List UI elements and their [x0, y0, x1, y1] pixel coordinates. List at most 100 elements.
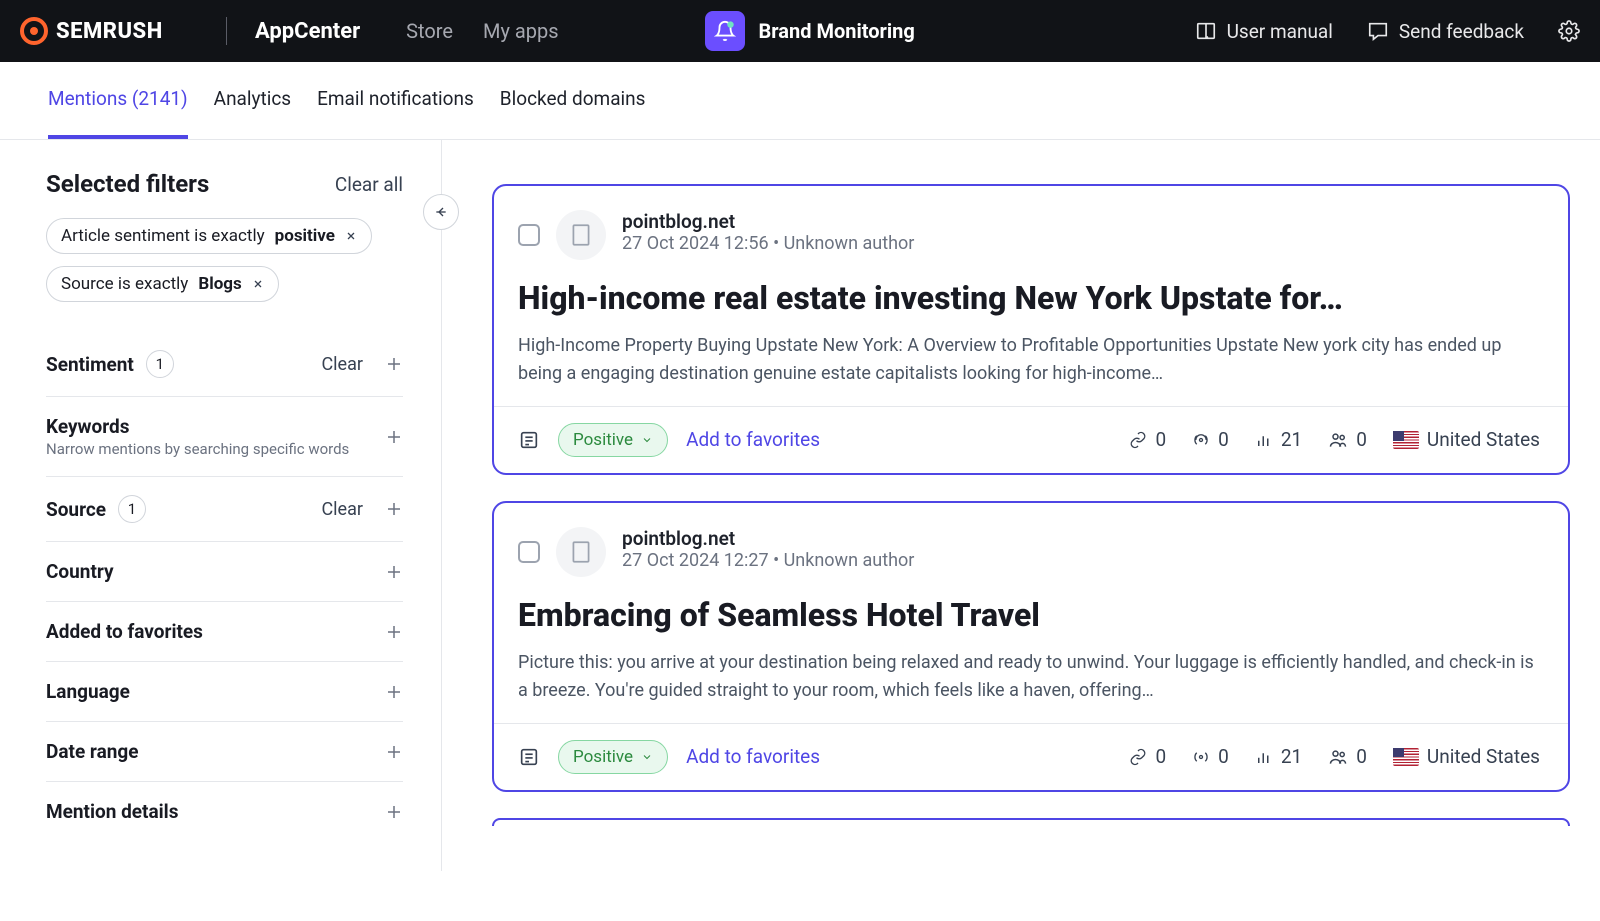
semrush-logo-icon: SEMRUSH — [20, 17, 200, 45]
us-flag-icon — [1393, 748, 1419, 766]
filter-language[interactable]: Language — [46, 661, 403, 721]
plus-icon[interactable] — [385, 743, 403, 761]
barchart-icon — [1255, 431, 1273, 449]
plus-icon[interactable] — [385, 428, 403, 446]
stat-audience: 0 — [1328, 745, 1367, 768]
filters-sidebar: Selected filters Clear all Article senti… — [0, 140, 442, 871]
filter-daterange[interactable]: Date range — [46, 721, 403, 781]
chip-sentiment-prefix: Article sentiment is exactly — [61, 226, 265, 246]
source-avatar — [556, 527, 606, 577]
barchart-icon — [1255, 748, 1273, 766]
filter-source-label: Source — [46, 498, 106, 521]
plus-icon[interactable] — [385, 803, 403, 821]
filter-details-label: Mention details — [46, 800, 178, 823]
mention-title[interactable]: Embracing of Seamless Hotel Travel — [518, 595, 1540, 635]
stat-country: United States — [1393, 428, 1540, 451]
filter-sentiment-label: Sentiment — [46, 353, 134, 376]
filter-chips: Article sentiment is exactly positive So… — [46, 218, 403, 302]
filter-keywords[interactable]: Keywords Narrow mentions by searching sp… — [46, 396, 403, 476]
stat-country: United States — [1393, 745, 1540, 768]
stat-rank: 21 — [1255, 428, 1302, 451]
header-bar: SEMRUSH AppCenter Store My apps Brand Mo… — [0, 0, 1600, 62]
link-icon — [1129, 431, 1147, 449]
stat-backlinks: 0 — [1129, 745, 1166, 768]
notes-icon[interactable] — [518, 429, 540, 451]
select-checkbox[interactable] — [518, 541, 540, 563]
chevron-down-icon — [641, 751, 653, 763]
collapse-sidebar-button[interactable] — [423, 194, 459, 230]
filter-keywords-label: Keywords — [46, 415, 349, 438]
sentiment-label: Positive — [573, 430, 633, 450]
filter-country[interactable]: Country — [46, 541, 403, 601]
us-flag-icon — [1393, 431, 1419, 449]
gear-icon[interactable] — [1558, 20, 1580, 42]
mention-meta: 27 Oct 2024 12:56 • Unknown author — [622, 233, 914, 254]
tab-analytics[interactable]: Analytics — [214, 62, 291, 139]
filter-source-clear[interactable]: Clear — [321, 499, 363, 520]
filter-sentiment-clear[interactable]: Clear — [321, 354, 363, 375]
link-icon — [1129, 748, 1147, 766]
close-icon[interactable] — [345, 230, 357, 242]
logo-divider — [226, 17, 227, 45]
chip-source[interactable]: Source is exactly Blogs — [46, 266, 279, 302]
chip-source-value: Blogs — [198, 274, 241, 294]
user-manual-label: User manual — [1227, 20, 1333, 43]
add-favorites-button[interactable]: Add to favorites — [686, 745, 820, 768]
header-right: User manual Send feedback — [1195, 20, 1580, 43]
stat-audience: 0 — [1328, 428, 1367, 451]
mention-card[interactable]: pointblog.net 27 Oct 2024 12:56 • Unknow… — [492, 184, 1570, 475]
select-checkbox[interactable] — [518, 224, 540, 246]
filter-keywords-sub: Narrow mentions by searching specific wo… — [46, 440, 349, 458]
app-bell-icon — [705, 11, 745, 51]
selected-filters-header: Selected filters Clear all — [46, 170, 403, 198]
send-feedback-label: Send feedback — [1399, 20, 1524, 43]
logo-group: SEMRUSH AppCenter — [20, 17, 360, 45]
source-name[interactable]: pointblog.net — [622, 527, 914, 550]
nav-store[interactable]: Store — [406, 19, 453, 43]
clear-all-button[interactable]: Clear all — [335, 173, 403, 196]
source-avatar — [556, 210, 606, 260]
filter-favorites-label: Added to favorites — [46, 620, 203, 643]
filter-favorites[interactable]: Added to favorites — [46, 601, 403, 661]
people-icon — [1328, 747, 1348, 767]
tab-blocked-domains[interactable]: Blocked domains — [500, 62, 646, 139]
sentiment-badge[interactable]: Positive — [558, 423, 668, 457]
plus-icon[interactable] — [385, 563, 403, 581]
filter-source[interactable]: Source 1 Clear — [46, 476, 403, 541]
tab-mentions[interactable]: Mentions (2141) — [48, 62, 188, 139]
plus-icon[interactable] — [385, 623, 403, 641]
plus-icon[interactable] — [385, 500, 403, 518]
close-icon[interactable] — [252, 278, 264, 290]
filter-country-label: Country — [46, 560, 114, 583]
nav-myapps[interactable]: My apps — [483, 19, 559, 43]
add-favorites-button[interactable]: Add to favorites — [686, 428, 820, 451]
plus-icon[interactable] — [385, 683, 403, 701]
stat-reach: 0 — [1192, 745, 1229, 768]
chip-source-prefix: Source is exactly — [61, 274, 188, 294]
send-feedback-link[interactable]: Send feedback — [1367, 20, 1524, 43]
stat-rank: 21 — [1255, 745, 1302, 768]
tab-email-notifications[interactable]: Email notifications — [317, 62, 474, 139]
signal-icon — [1192, 748, 1210, 766]
filter-sentiment-count: 1 — [146, 350, 174, 378]
people-icon — [1328, 430, 1348, 450]
main: Selected filters Clear all Article senti… — [0, 140, 1600, 871]
source-name[interactable]: pointblog.net — [622, 210, 914, 233]
chat-icon — [1367, 20, 1389, 42]
filter-details[interactable]: Mention details — [46, 781, 403, 841]
plus-icon[interactable] — [385, 355, 403, 373]
app-identity: Brand Monitoring — [705, 11, 915, 51]
user-manual-link[interactable]: User manual — [1195, 20, 1333, 43]
chip-sentiment[interactable]: Article sentiment is exactly positive — [46, 218, 372, 254]
book-icon — [1195, 20, 1217, 42]
notes-icon[interactable] — [518, 746, 540, 768]
filter-sentiment[interactable]: Sentiment 1 Clear — [46, 332, 403, 396]
appcenter-label[interactable]: AppCenter — [255, 19, 360, 44]
svg-text:SEMRUSH: SEMRUSH — [56, 19, 163, 44]
stat-backlinks: 0 — [1129, 428, 1166, 451]
mention-title[interactable]: High-income real estate investing New Yo… — [518, 278, 1540, 318]
mention-desc: High-Income Property Buying Upstate New … — [518, 332, 1540, 388]
sentiment-badge[interactable]: Positive — [558, 740, 668, 774]
tabs: Mentions (2141) Analytics Email notifica… — [0, 62, 1600, 140]
mention-card[interactable]: pointblog.net 27 Oct 2024 12:27 • Unknow… — [492, 501, 1570, 792]
